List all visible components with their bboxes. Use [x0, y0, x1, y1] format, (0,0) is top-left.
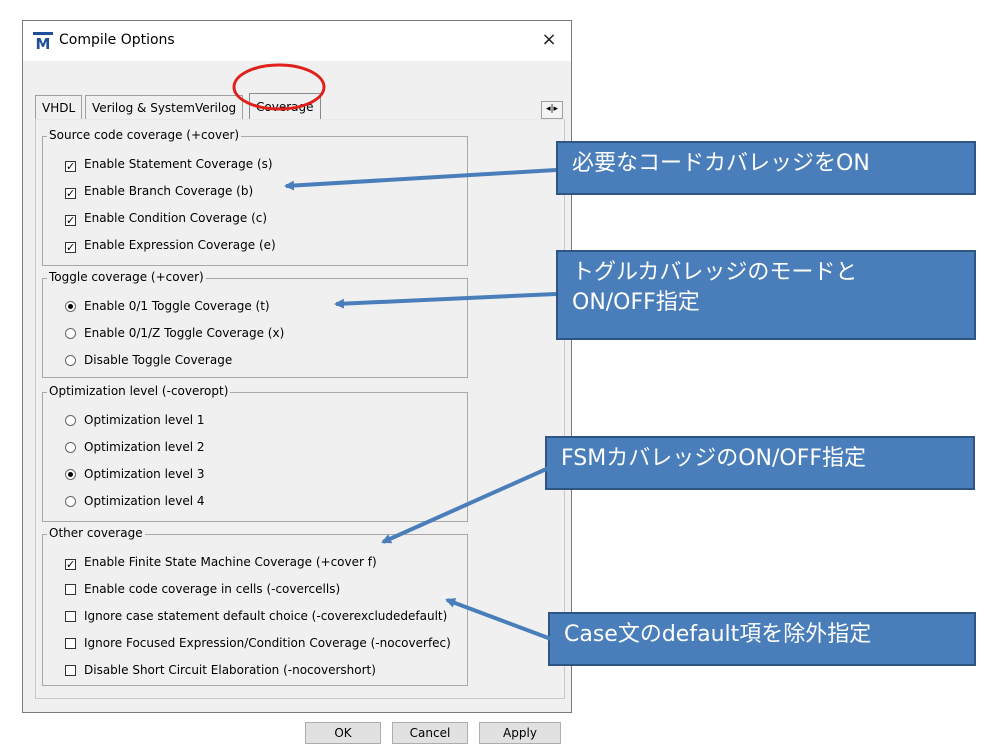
toggle-01z-radio[interactable]: Enable 0/1/Z Toggle Coverage (x)	[65, 325, 284, 341]
coverage-panel: Source code coverage (+cover) ✓ Enable St…	[35, 119, 565, 699]
tab-vhdl[interactable]: VHDL	[35, 95, 83, 119]
tab-verilog-systemverilog[interactable]: Verilog & SystemVerilog	[85, 95, 244, 119]
optimization-level-4-radio[interactable]: Optimization level 4	[65, 493, 205, 509]
toggle-disable-radio[interactable]: Disable Toggle Coverage	[65, 352, 232, 368]
checkbox-checked-icon: ✓	[65, 558, 76, 571]
radio-selected-icon	[65, 301, 76, 312]
callout-line: トグルカバレッジのモードと	[572, 260, 858, 285]
callout-case-default: Case文のdefault項を除外指定	[548, 612, 976, 666]
coverexcludedefault-checkbox[interactable]: Ignore case statement default choice (-c…	[65, 608, 447, 624]
compile-options-dialog: M Compile Options × VHDL Verilog & Syste…	[22, 20, 572, 744]
covercells-checkbox[interactable]: Enable code coverage in cells (-covercel…	[65, 581, 340, 597]
checkbox-checked-icon: ✓	[65, 214, 76, 227]
checkbox-checked-icon: ✓	[65, 160, 76, 173]
cancel-button[interactable]: Cancel	[392, 722, 468, 744]
option-label: Enable Statement Coverage (s)	[84, 157, 273, 171]
option-label: Enable Finite State Machine Coverage (+c…	[84, 555, 377, 569]
svg-text:M: M	[36, 35, 51, 50]
optimization-level-2-radio[interactable]: Optimization level 2	[65, 439, 205, 455]
checkbox-unchecked-icon	[65, 611, 76, 622]
checkbox-unchecked-icon	[65, 584, 76, 595]
option-label: Optimization level 3	[84, 467, 205, 481]
tab-coverage[interactable]: Coverage	[249, 93, 321, 121]
group-label: Optimization level (-coveropt)	[47, 384, 231, 398]
callout-toggle-coverage: トグルカバレッジのモードと ON/OFF指定	[556, 250, 976, 340]
nocovershort-checkbox[interactable]: Disable Short Circuit Elaboration (-noco…	[65, 662, 376, 678]
option-label: Ignore Focused Expression/Condition Cove…	[84, 636, 451, 650]
option-label: Enable code coverage in cells (-covercel…	[84, 582, 341, 596]
radio-unselected-icon	[65, 328, 76, 339]
option-label: Optimization level 4	[84, 494, 205, 508]
option-label: Enable Expression Coverage (e)	[84, 238, 276, 252]
callout-source-coverage: 必要なコードカバレッジをON	[556, 141, 976, 195]
group-label: Toggle coverage (+cover)	[47, 270, 206, 284]
option-label: Enable 0/1 Toggle Coverage (t)	[84, 299, 270, 313]
radio-selected-icon	[65, 469, 76, 480]
option-label: Ignore case statement default choice (-c…	[84, 609, 448, 623]
option-label: Enable 0/1/Z Toggle Coverage (x)	[84, 326, 285, 340]
callout-fsm-coverage: FSMカバレッジのON/OFF指定	[545, 436, 975, 490]
group-label: Other coverage	[47, 526, 145, 540]
statement-coverage-checkbox[interactable]: ✓ Enable Statement Coverage (s)	[65, 156, 273, 172]
toggle-01-radio[interactable]: Enable 0/1 Toggle Coverage (t)	[65, 298, 270, 314]
optimization-level-group: Optimization level (-coveropt) Optimizat…	[42, 384, 468, 522]
nocoverfec-checkbox[interactable]: Ignore Focused Expression/Condition Cove…	[65, 635, 451, 651]
close-icon[interactable]: ×	[539, 29, 559, 50]
radio-unselected-icon	[65, 355, 76, 366]
radio-unselected-icon	[65, 496, 76, 507]
option-label: Disable Toggle Coverage	[84, 353, 233, 367]
apply-button[interactable]: Apply	[479, 722, 561, 744]
branch-coverage-checkbox[interactable]: ✓ Enable Branch Coverage (b)	[65, 183, 253, 199]
fsm-coverage-checkbox[interactable]: ✓ Enable Finite State Machine Coverage (+…	[65, 554, 377, 570]
other-coverage-group: Other coverage ✓ Enable Finite State Mach…	[42, 526, 468, 686]
callout-line: ON/OFF指定	[572, 290, 700, 315]
optimization-level-3-radio[interactable]: Optimization level 3	[65, 466, 205, 482]
option-label: Disable Short Circuit Elaboration (-noco…	[84, 663, 376, 677]
modelsim-m-icon: M	[33, 32, 53, 50]
option-label: Optimization level 2	[84, 440, 205, 454]
ok-button[interactable]: OK	[305, 722, 381, 744]
option-label: Enable Condition Coverage (c)	[84, 211, 268, 225]
toggle-coverage-group: Toggle coverage (+cover) Enable 0/1 Togg…	[42, 270, 468, 378]
title-bar: M Compile Options ×	[23, 21, 571, 61]
group-label: Source code coverage (+cover)	[47, 128, 242, 142]
optimization-level-1-radio[interactable]: Optimization level 1	[65, 412, 205, 428]
radio-unselected-icon	[65, 415, 76, 426]
option-label: Enable Branch Coverage (b)	[84, 184, 254, 198]
checkbox-checked-icon: ✓	[65, 187, 76, 200]
tab-scroll-arrows-icon[interactable]: ◂|▸	[541, 101, 563, 119]
radio-unselected-icon	[65, 442, 76, 453]
option-label: Optimization level 1	[84, 413, 205, 427]
checkbox-checked-icon: ✓	[65, 241, 76, 254]
window-title: Compile Options	[59, 32, 175, 48]
source-coverage-group: Source code coverage (+cover) ✓ Enable St…	[42, 128, 468, 266]
condition-coverage-checkbox[interactable]: ✓ Enable Condition Coverage (c)	[65, 210, 267, 226]
dialog-body: VHDL Verilog & SystemVerilog Coverage ◂|…	[23, 61, 571, 744]
checkbox-unchecked-icon	[65, 665, 76, 676]
checkbox-unchecked-icon	[65, 638, 76, 649]
expression-coverage-checkbox[interactable]: ✓ Enable Expression Coverage (e)	[65, 237, 276, 253]
